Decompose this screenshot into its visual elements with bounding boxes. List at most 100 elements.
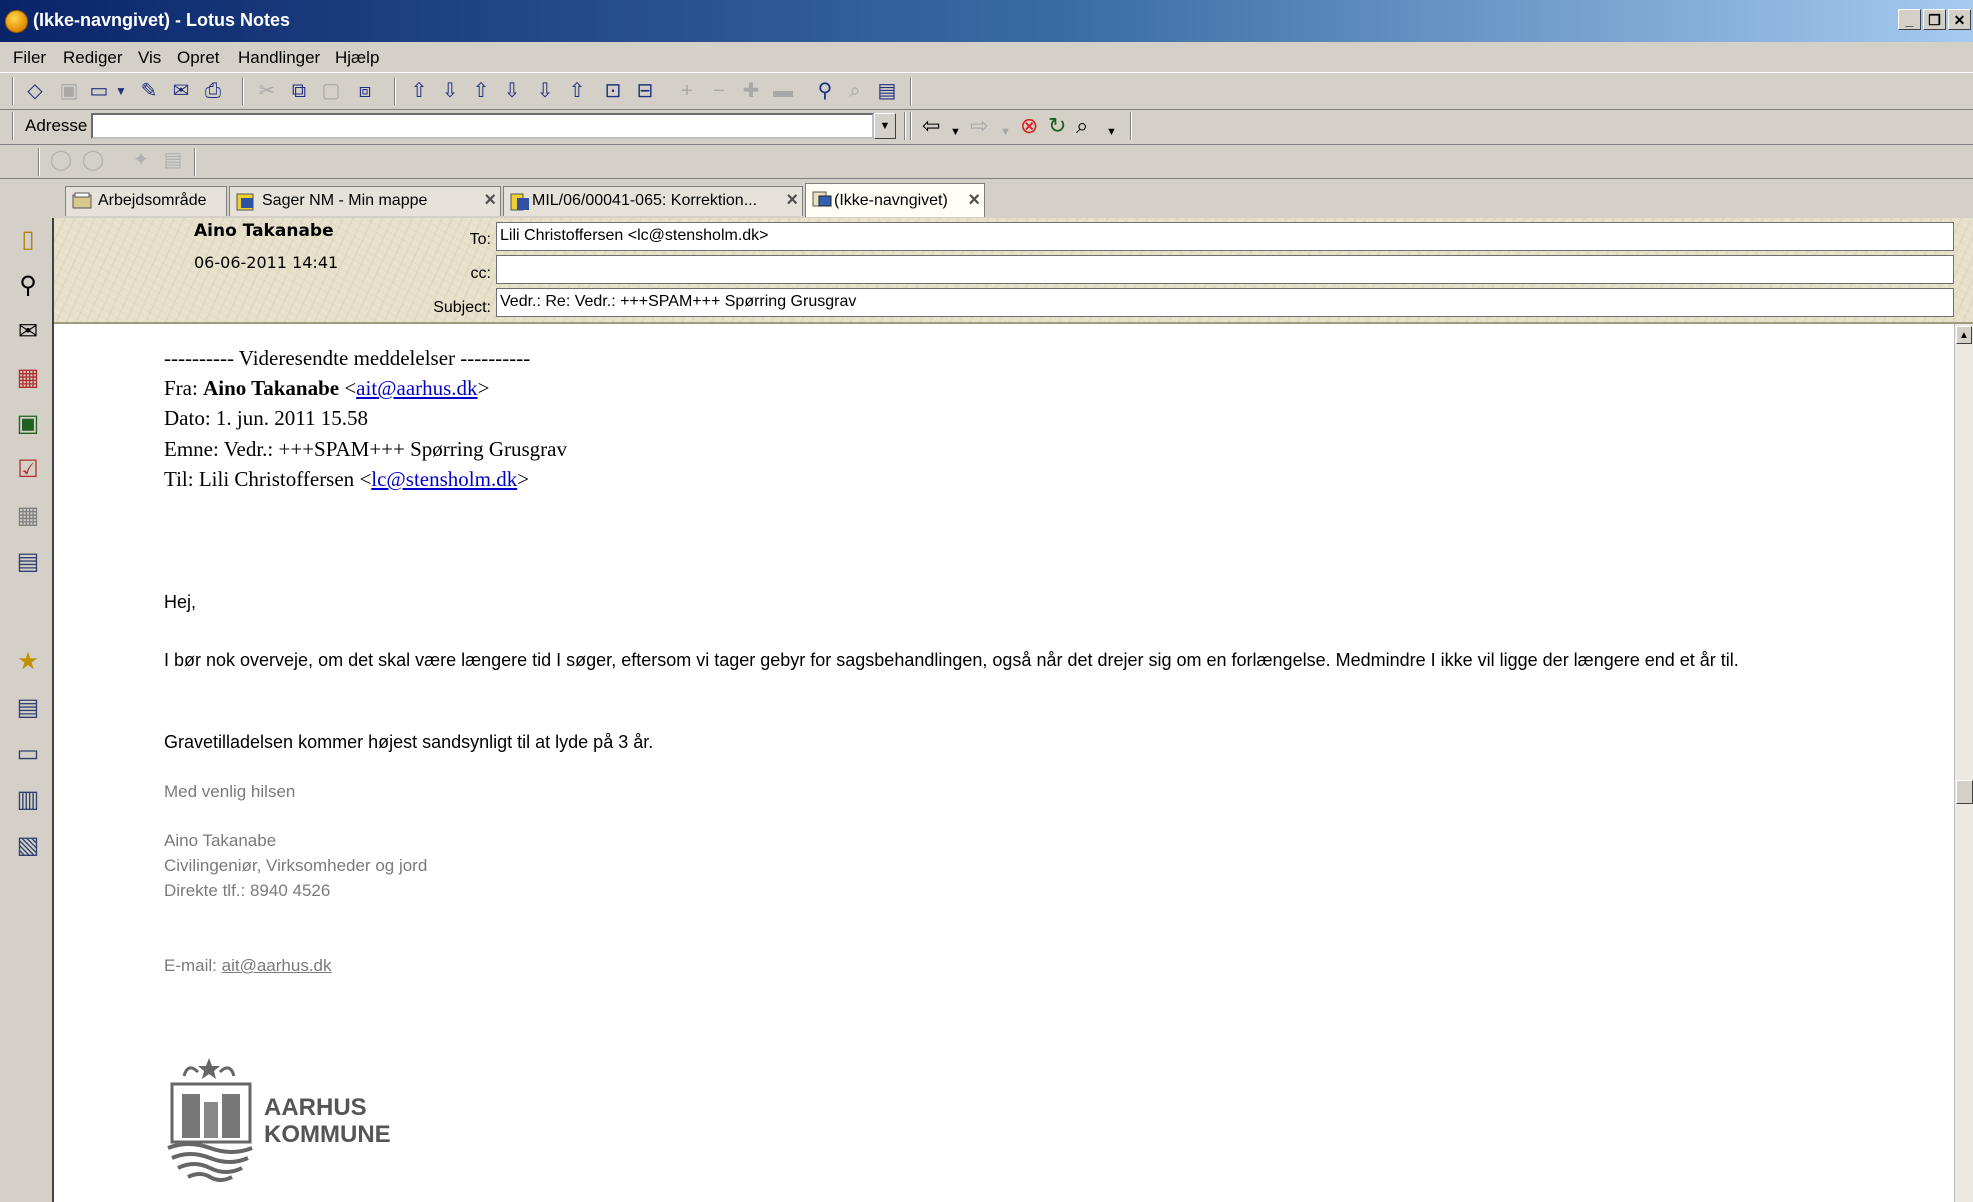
search-dropdown-icon[interactable]: ▼ [1106,120,1117,144]
view-icon[interactable]: ⊟ [632,78,658,104]
databases-bookmark-icon[interactable]: ▤ [12,546,44,578]
calendar-bookmark-icon[interactable]: ▦ [12,362,44,394]
expand-all-icon[interactable]: ✚ [738,78,764,104]
last-document-icon[interactable]: ⇩ [437,78,463,104]
address-input[interactable] [91,113,874,139]
tab-ikke-navngivet[interactable]: (Ikke-navngivet) × [805,183,985,217]
aarhus-coat-of-arms-icon [167,1058,253,1182]
home-bookmark-icon[interactable]: ▯ [12,224,44,256]
back-arrow-icon[interactable]: ⇦ [922,114,940,138]
address-dropdown-button[interactable]: ▼ [874,113,896,139]
previous-document-icon[interactable]: ⇧ [468,78,494,104]
group-chat-icon[interactable]: ◯ [80,147,106,173]
scroll-up-arrow-icon[interactable]: ▲ [1956,326,1972,344]
tab-workspace[interactable]: Arbejdsområde [65,186,227,216]
forward-arrow-icon[interactable]: ⇨ [970,114,988,138]
paste-icon[interactable]: ▢ [318,78,344,104]
copy-icon[interactable]: ⧉ [286,78,312,104]
back-dropdown-icon[interactable]: ▼ [950,120,961,144]
toolbar-separator [242,77,244,105]
stop-icon[interactable]: ⊗ [1020,114,1038,138]
history-bookmark-icon[interactable]: ▭ [12,738,44,770]
send-mail-icon[interactable]: ✉ [168,78,194,104]
internet-bookmark-icon[interactable]: ▧ [12,830,44,862]
forwarded-to-label: Til: Lili Christoffersen [164,467,355,491]
sender-name: Aino Takanabe [194,221,334,241]
print-icon[interactable]: ⎙ [200,78,226,104]
save-icon[interactable]: ▣ [56,78,82,104]
workspace-icon [72,192,92,209]
todo-bookmark-icon[interactable]: ☑ [12,454,44,486]
first-document-icon[interactable]: ⇧ [406,78,432,104]
replicator-bookmark-icon[interactable]: ▦ [12,500,44,532]
menu-filer[interactable]: Filer [13,48,46,68]
menu-handlinger[interactable]: Handlinger [238,48,320,68]
search-icon[interactable]: ⌕ [842,78,868,104]
workspace-bookmark-icon[interactable]: ▥ [12,784,44,816]
expand-icon[interactable]: + [674,78,700,104]
memo-icon [812,191,832,207]
databases-folder-icon[interactable]: ▤ [12,692,44,724]
tab-label: MIL/06/00041-065: Korrektion... [532,192,758,209]
tab-sager-nm[interactable]: Sager NM - Min mappe × [229,186,501,216]
chat-icon[interactable]: ◯ [48,147,74,173]
menu-hjaelp[interactable]: Hjælp [335,48,379,68]
forward-dropdown-icon[interactable]: ▼ [1000,120,1011,144]
secondary-toolbar: ◯ ◯ ✦ ▤ [0,144,1973,179]
subject-field[interactable]: Vedr.: Re: Vedr.: +++SPAM+++ Spørring Gr… [496,288,1954,317]
forwarded-date-line: Dato: 1. jun. 2011 15.58 [164,406,368,430]
contacts-bookmark-icon[interactable]: ▣ [12,408,44,440]
restore-button[interactable]: ❐ [1923,9,1946,30]
tab-mil-document[interactable]: MIL/06/00041-065: Korrektion... × [503,186,803,216]
logo-text: AARHUS KOMMUNE [264,1094,391,1148]
close-tab-icon[interactable]: × [484,189,496,212]
toolbar-separator [194,148,196,176]
sent-date: 06-06-2011 14:41 [194,253,339,272]
next-unread-icon[interactable]: ⇩ [532,78,558,104]
close-tab-icon[interactable]: × [786,189,798,212]
document-icon [510,193,529,211]
cc-label: cc: [470,265,491,282]
subject-label: Subject: [433,299,491,316]
closing: Med venlig hilsen [164,782,296,801]
close-button[interactable]: ✕ [1948,9,1971,30]
main-toolbar: ◇ ▣ ▭ ▼ ✎ ✉ ⎙ ✂ ⧉ ▢ ⧈ ⇧ ⇩ ⇧ ⇩ ⇩ ⇧ ⊡ ⊟ + … [0,72,1973,110]
collapse-icon[interactable]: − [706,78,732,104]
memo-header: Aino Takanabe 06-06-2011 14:41 To: Lili … [54,218,1973,324]
mail-bookmark-icon[interactable]: ✉ [12,316,44,348]
menu-rediger[interactable]: Rediger [63,48,123,68]
new-icon[interactable]: ◇ [22,78,48,104]
go-to-folder-icon[interactable]: ⊡ [600,78,626,104]
address-label: Adresse [25,116,88,135]
open-dropdown-icon[interactable]: ▼ [108,78,134,104]
collapse-all-icon[interactable]: ▬ [770,78,796,104]
refresh-icon[interactable]: ↻ [1048,114,1066,138]
forwarded-to-email-link[interactable]: lc@stensholm.dk [371,467,517,491]
close-tab-icon[interactable]: × [968,189,980,212]
menu-vis[interactable]: Vis [138,48,161,68]
paragraph-1: I bør nok overveje, om det skal være læn… [164,650,1739,670]
title-bar: (Ikke-navngivet) - Lotus Notes _ ❐ ✕ [0,0,1973,42]
search-web-icon[interactable]: ⌕ [1076,114,1088,138]
bookmark-bar: ▯ ⚲ ✉ ▦ ▣ ☑ ▦ ▤ ★ ▤ ▭ ▥ ▧ [4,218,54,1202]
notes-icon[interactable]: ▤ [160,147,186,173]
scrollbar-thumb[interactable] [1956,780,1973,804]
forwarded-from-email-link[interactable]: ait@aarhus.dk [356,376,477,400]
search-bookmark-icon[interactable]: ⚲ [12,270,44,302]
next-document-icon[interactable]: ⇩ [499,78,525,104]
favorites-bookmark-icon[interactable]: ★ [12,646,44,678]
cc-field[interactable] [496,255,1954,284]
properties-icon[interactable]: ▤ [874,78,900,104]
signature-title: Civilingeniør, Virksomheder og jord [164,856,428,875]
previous-unread-icon[interactable]: ⇧ [564,78,590,104]
find-binoculars-icon[interactable]: ⚲ [812,78,838,104]
edit-document-icon[interactable]: ✎ [136,78,162,104]
contacts-icon[interactable]: ✦ [128,147,154,173]
to-field[interactable]: Lili Christoffersen <lc@stensholm.dk> [496,222,1954,251]
menu-opret[interactable]: Opret [177,48,220,68]
vertical-scrollbar[interactable]: ▲ [1954,324,1973,1202]
minimize-button[interactable]: _ [1898,9,1921,30]
paste-special-icon[interactable]: ⧈ [352,78,378,104]
signature-email-link[interactable]: ait@aarhus.dk [222,956,332,975]
cut-icon[interactable]: ✂ [254,78,280,104]
